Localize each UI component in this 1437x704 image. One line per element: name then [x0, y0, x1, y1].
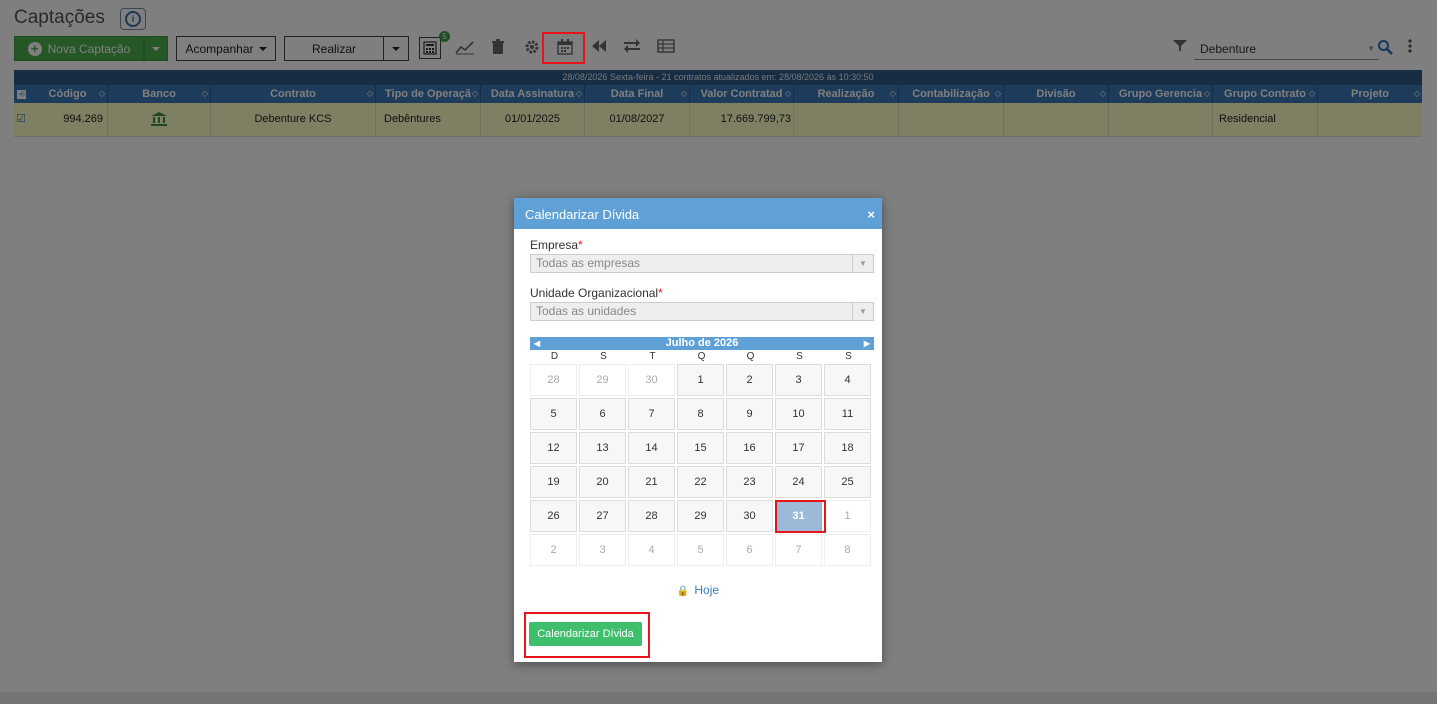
calendar-day[interactable]: 25 — [824, 466, 871, 498]
calendar-month-label: Julho de 2026 — [665, 337, 739, 349]
chevron-down-icon: ▼ — [852, 255, 873, 272]
backdrop-bottom-strip — [0, 692, 1437, 704]
today-label: Hoje — [694, 583, 720, 597]
calendar-day[interactable]: 22 — [677, 466, 724, 498]
calendar-day[interactable]: 2 — [726, 364, 773, 396]
dialog-title: Calendarizar Dívida — [525, 207, 640, 222]
calendar-days: 28 29 30 1 2 3 4 5 6 7 8 9 10 11 12 13 14 15 16 17 18 19 20 21 2… — [530, 364, 874, 568]
calendar-day[interactable]: 4 — [824, 364, 871, 396]
weekday-label: S — [845, 351, 852, 362]
calendar-day[interactable]: 9 — [726, 398, 773, 430]
calendar-day[interactable]: 27 — [579, 500, 626, 532]
dialog-header: Calendarizar Dívida × — [514, 198, 882, 229]
weekday-label: Q — [746, 351, 755, 362]
calendar-day[interactable]: 23 — [726, 466, 773, 498]
calendar-day[interactable]: 30 — [628, 364, 675, 396]
weekday-label: S — [796, 351, 803, 362]
calendar-day[interactable]: 19 — [530, 466, 577, 498]
calendar-day[interactable]: 6 — [726, 534, 773, 566]
next-month-icon[interactable]: ▶ — [860, 337, 874, 350]
calendar-day[interactable]: 1 — [824, 500, 871, 532]
today-link[interactable]: 🔒 Hoje — [514, 583, 882, 597]
empresa-value: Todas as empresas — [536, 256, 641, 270]
calendar-day[interactable]: 1 — [677, 364, 724, 396]
calendar-header: ◀ Julho de 2026 ▶ — [530, 337, 874, 350]
calendar-day[interactable]: 18 — [824, 432, 871, 464]
calendar-day[interactable]: 17 — [775, 432, 822, 464]
empresa-label: Empresa* — [530, 238, 583, 252]
calendar-day[interactable]: 7 — [628, 398, 675, 430]
empresa-select[interactable]: Todas as empresas ▼ — [530, 254, 874, 273]
calendar-day[interactable]: 7 — [775, 534, 822, 566]
empresa-label-text: Empresa — [530, 238, 579, 252]
weekday-label: D — [550, 351, 559, 362]
calendar-day[interactable]: 13 — [579, 432, 626, 464]
calendar-day[interactable]: 24 — [775, 466, 822, 498]
unidade-label-text: Unidade Organizacional — [530, 286, 659, 300]
calendar-day[interactable]: 4 — [628, 534, 675, 566]
calendar-day[interactable]: 14 — [628, 432, 675, 464]
weekday-label: Q — [697, 351, 706, 362]
calendar-day[interactable]: 3 — [775, 364, 822, 396]
unidade-select[interactable]: Todas as unidades ▼ — [530, 302, 874, 321]
highlight-selected-day — [775, 500, 826, 533]
calendar-day[interactable]: 15 — [677, 432, 724, 464]
calendar-day[interactable]: 29 — [579, 364, 626, 396]
prev-month-icon[interactable]: ◀ — [530, 337, 544, 350]
calendar-day[interactable]: 5 — [677, 534, 724, 566]
calendar-day[interactable]: 8 — [677, 398, 724, 430]
calendar-day[interactable]: 10 — [775, 398, 822, 430]
highlight-submit-button — [524, 612, 650, 658]
calendar-day[interactable]: 30 — [726, 500, 773, 532]
calendar-day[interactable]: 26 — [530, 500, 577, 532]
calendar-day[interactable]: 28 — [530, 364, 577, 396]
calendar-day[interactable]: 12 — [530, 432, 577, 464]
date-picker: ◀ Julho de 2026 ▶ D S T Q Q S S 28 29 30 1 2… — [530, 337, 874, 568]
calendar-day[interactable]: 11 — [824, 398, 871, 430]
calendar-day[interactable]: 8 — [824, 534, 871, 566]
calendar-day[interactable]: 21 — [628, 466, 675, 498]
calendar-day[interactable]: 2 — [530, 534, 577, 566]
calendar-day[interactable]: 28 — [628, 500, 675, 532]
calendarize-dialog: Calendarizar Dívida × Empresa* Todas as … — [514, 198, 882, 662]
required-mark: * — [658, 286, 663, 300]
required-mark: * — [578, 238, 583, 252]
unidade-label: Unidade Organizacional* — [530, 286, 663, 300]
weekday-row: D S T Q Q S S — [530, 350, 874, 364]
highlight-calendar-icon — [542, 32, 585, 64]
calendar-day[interactable]: 3 — [579, 534, 626, 566]
unidade-value: Todas as unidades — [536, 304, 637, 318]
calendar-day[interactable]: 20 — [579, 466, 626, 498]
calendar-day[interactable]: 16 — [726, 432, 773, 464]
calendar-day[interactable]: 5 — [530, 398, 577, 430]
calendar-day[interactable]: 6 — [579, 398, 626, 430]
close-icon[interactable]: × — [867, 198, 875, 231]
weekday-label: S — [600, 351, 607, 362]
chevron-down-icon: ▼ — [852, 303, 873, 320]
calendar-day[interactable]: 29 — [677, 500, 724, 532]
lock-icon: 🔒 — [676, 586, 690, 597]
weekday-label: T — [649, 351, 656, 362]
